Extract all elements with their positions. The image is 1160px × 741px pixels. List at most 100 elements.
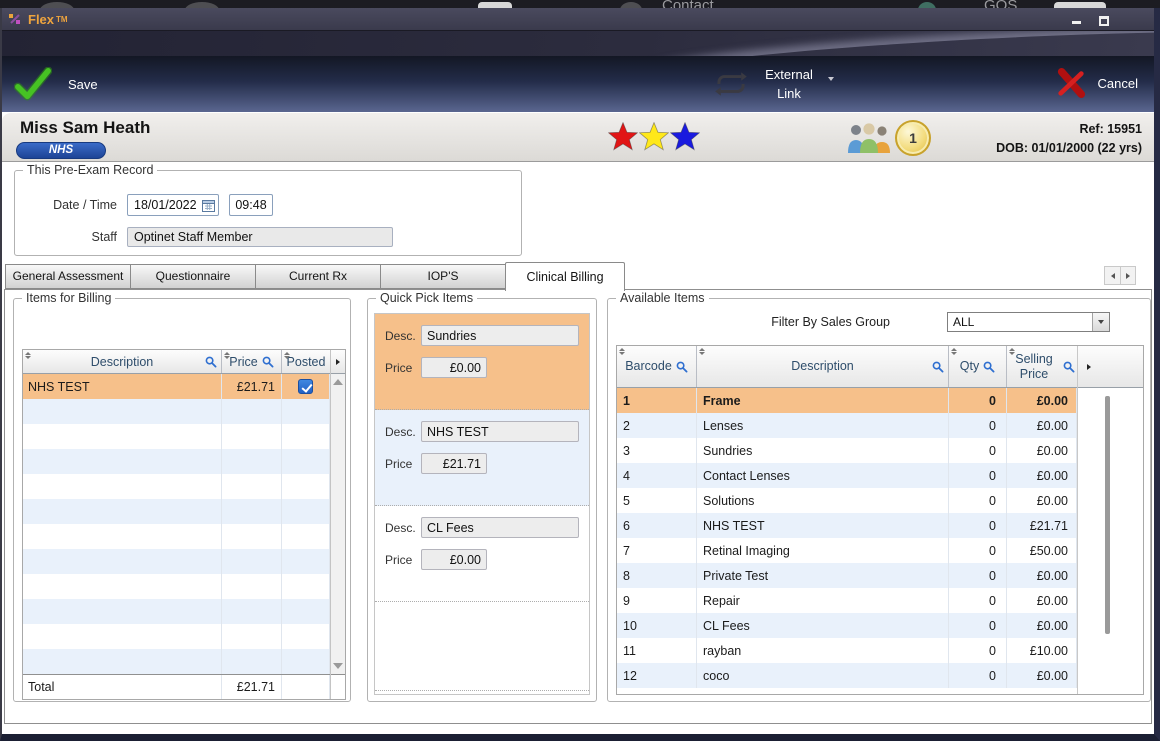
posted-checkbox[interactable] xyxy=(298,379,313,394)
available-cell-description: coco xyxy=(697,663,949,688)
save-button[interactable]: Save xyxy=(14,67,98,101)
linked-patients-indicator[interactable]: 1 xyxy=(845,120,931,156)
billing-row[interactable]: NHS TEST £21.71 xyxy=(23,374,330,399)
scrollbar-thumb[interactable] xyxy=(1105,396,1110,634)
billing-cell-description: NHS TEST xyxy=(23,374,222,399)
sales-group-dropdown[interactable]: ALL xyxy=(947,312,1110,332)
quick-pick-price-field[interactable]: £0.00 xyxy=(421,357,487,378)
time-input[interactable]: 09:48 xyxy=(229,194,273,216)
billing-column-expander[interactable] xyxy=(331,350,345,374)
pre-exam-groupbox: This Pre-Exam Record Date / Time 18/01/2… xyxy=(14,163,522,256)
quick-pick-desc-field[interactable]: NHS TEST xyxy=(421,421,579,442)
scroll-down-arrow[interactable] xyxy=(333,663,343,669)
billing-row[interactable] xyxy=(23,399,330,424)
available-cell-description: Sundries xyxy=(697,438,949,463)
billing-row[interactable] xyxy=(23,624,330,649)
quick-pick-desc-label: Desc. xyxy=(385,424,416,439)
scroll-up-arrow[interactable] xyxy=(333,379,343,385)
quick-pick-price-field[interactable]: £21.71 xyxy=(421,453,487,474)
available-item-row[interactable]: 5 Solutions 0 £0.00 xyxy=(617,488,1077,513)
tab-scroll-right-button[interactable] xyxy=(1120,267,1135,284)
billing-col-posted[interactable]: Posted xyxy=(282,350,330,373)
quick-pick-item[interactable]: Desc. CL Fees Price £0.00 xyxy=(375,506,589,602)
billing-row[interactable] xyxy=(23,549,330,574)
maximize-button[interactable] xyxy=(1096,13,1112,26)
billing-row[interactable] xyxy=(23,574,330,599)
quick-pick-price-label: Price xyxy=(385,552,413,567)
external-link-button[interactable]: External Link xyxy=(712,65,834,103)
available-col-barcode[interactable]: Barcode xyxy=(617,346,697,387)
billing-row[interactable] xyxy=(23,524,330,549)
billing-row[interactable] xyxy=(23,449,330,474)
filter-by-sales-group-label: Filter By Sales Group xyxy=(771,315,890,329)
staff-input[interactable]: Optinet Staff Member xyxy=(127,227,393,247)
search-icon[interactable] xyxy=(205,356,217,368)
search-icon[interactable] xyxy=(1063,361,1075,373)
available-item-row[interactable]: 3 Sundries 0 £0.00 xyxy=(617,438,1077,463)
billing-cell-posted xyxy=(282,499,330,524)
available-item-row[interactable]: 11 rayban 0 £10.00 xyxy=(617,638,1077,663)
tab-iops[interactable]: IOP'S xyxy=(380,264,506,289)
column-header-label: Description xyxy=(90,354,154,369)
minimize-button[interactable] xyxy=(1068,13,1084,26)
available-cell-price: £0.00 xyxy=(1007,563,1077,588)
available-cell-description: rayban xyxy=(697,638,949,663)
available-item-row[interactable]: 10 CL Fees 0 £0.00 xyxy=(617,613,1077,638)
external-link-dropdown-caret[interactable] xyxy=(828,77,834,81)
billing-scrollbar-track[interactable] xyxy=(331,374,345,674)
tab-questionnaire[interactable]: Questionnaire xyxy=(130,264,256,289)
tab-current-rx[interactable]: Current Rx xyxy=(255,264,381,289)
staff-label: Staff xyxy=(91,230,117,244)
billing-total-label: Total xyxy=(23,675,222,699)
quick-pick-price-field[interactable]: £0.00 xyxy=(421,549,487,570)
billing-cell-posted xyxy=(282,474,330,499)
available-cell-price: £0.00 xyxy=(1007,438,1077,463)
available-item-row[interactable]: 9 Repair 0 £0.00 xyxy=(617,588,1077,613)
tab-general-assessment[interactable]: General Assessment xyxy=(5,264,131,289)
date-input[interactable]: 18/01/2022 xyxy=(127,194,219,216)
available-cell-description: Frame xyxy=(697,388,949,413)
billing-row[interactable] xyxy=(23,474,330,499)
search-icon[interactable] xyxy=(262,356,274,368)
billing-row[interactable] xyxy=(23,499,330,524)
cancel-button[interactable]: Cancel xyxy=(1056,68,1138,98)
search-icon[interactable] xyxy=(676,361,688,373)
tab-scroll-left-button[interactable] xyxy=(1105,267,1120,284)
available-cell-price: £10.00 xyxy=(1007,638,1077,663)
quick-pick-desc-field[interactable]: Sundries xyxy=(421,325,579,346)
available-item-row[interactable]: 1 Frame 0 £0.00 xyxy=(617,388,1077,413)
available-cell-price: £0.00 xyxy=(1007,613,1077,638)
available-item-row[interactable]: 2 Lenses 0 £0.00 xyxy=(617,413,1077,438)
billing-table: Description Price Posted NHS TEST £21.71… xyxy=(22,349,346,700)
available-col-selling-price[interactable]: Selling Price xyxy=(1007,346,1077,387)
quick-pick-item[interactable]: Desc. NHS TEST Price £21.71 xyxy=(375,410,589,506)
search-icon[interactable] xyxy=(983,361,995,373)
billing-row[interactable] xyxy=(23,599,330,624)
star-icon xyxy=(608,122,638,151)
dropdown-caret-button[interactable] xyxy=(1092,313,1109,331)
available-item-row[interactable]: 4 Contact Lenses 0 £0.00 xyxy=(617,463,1077,488)
billing-cell-description xyxy=(23,399,222,424)
tab-clinical-billing[interactable]: Clinical Billing xyxy=(505,262,625,291)
billing-row[interactable] xyxy=(23,649,330,674)
search-icon[interactable] xyxy=(932,361,944,373)
billing-cell-description xyxy=(23,599,222,624)
available-column-expander[interactable] xyxy=(1078,346,1143,388)
billing-col-description[interactable]: Description xyxy=(23,350,222,373)
available-cell-price: £0.00 xyxy=(1007,463,1077,488)
quick-pick-item[interactable]: Desc. Sundries Price £0.00 xyxy=(375,314,589,410)
billing-col-price[interactable]: Price xyxy=(222,350,282,373)
available-item-row[interactable]: 12 coco 0 £0.00 xyxy=(617,663,1077,688)
column-header-label: Selling Price xyxy=(1015,351,1053,381)
available-col-qty[interactable]: Qty xyxy=(949,346,1007,387)
available-item-row[interactable]: 6 NHS TEST 0 £21.71 xyxy=(617,513,1077,538)
billing-row[interactable] xyxy=(23,424,330,449)
column-header-label: Posted xyxy=(286,354,326,369)
available-cell-qty: 0 xyxy=(949,613,1007,638)
available-col-description[interactable]: Description xyxy=(697,346,949,387)
calendar-icon[interactable] xyxy=(202,199,215,212)
quick-pick-desc-field[interactable]: CL Fees xyxy=(421,517,579,538)
available-item-row[interactable]: 8 Private Test 0 £0.00 xyxy=(617,563,1077,588)
available-item-row[interactable]: 7 Retinal Imaging 0 £50.00 xyxy=(617,538,1077,563)
available-scrollbar-track[interactable] xyxy=(1078,388,1143,694)
